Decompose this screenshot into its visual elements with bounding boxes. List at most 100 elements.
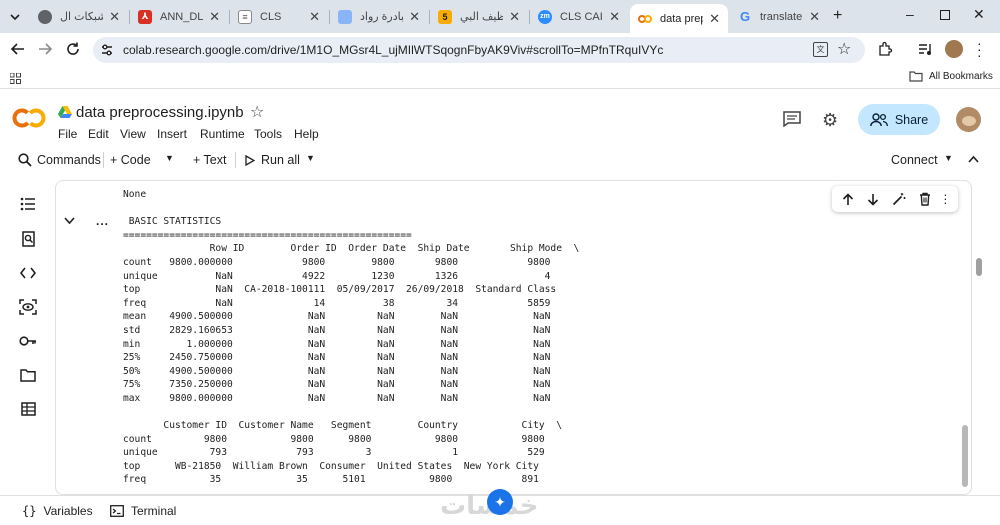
variables-inspector-icon[interactable] [18,297,38,317]
pdf-icon: ⅄ [138,9,152,24]
commands-label: Commands [37,153,101,167]
browser-tab-5[interactable]: zm CLS CAI4 ✕ [530,4,628,29]
settings-gear-icon[interactable]: ⚙ [822,110,838,131]
terminal-button[interactable]: Terminal [110,504,176,518]
menu-file[interactable]: File [58,127,77,141]
menu-help[interactable]: Help [294,127,319,141]
menu-runtime[interactable]: Runtime [200,127,245,141]
close-icon[interactable]: ✕ [709,11,720,27]
tab-search-button[interactable] [6,8,24,26]
tab-title: CLS [260,10,282,23]
commands-button[interactable]: Commands [18,153,101,167]
add-code-label: + Code [110,153,151,167]
share-button[interactable]: Share [858,104,940,135]
connect-button[interactable]: Connect [891,153,938,167]
media-control-icon[interactable] [918,42,934,56]
connect-dropdown[interactable]: ▼ [944,153,953,163]
output-line: min 1.000000 NaN NaN NaN NaN [123,338,551,350]
search-icon [18,153,32,167]
colab-logo[interactable] [12,103,46,133]
back-button[interactable] [10,41,26,57]
zoom-icon: zm [538,9,552,24]
browser-tab-6[interactable]: data prepr ✕ [630,4,728,33]
collapse-header-button[interactable] [968,155,979,163]
browser-tab-4[interactable]: 5 تنظيف البي ✕ [430,4,528,29]
close-icon[interactable]: ✕ [209,9,220,25]
run-all-button[interactable]: Run all [245,153,300,167]
globe-icon [38,9,52,24]
add-text-button[interactable]: + Text [193,153,226,167]
browser-tab-3[interactable]: مبادرة رواد ✕ [330,4,428,29]
browser-tab-0[interactable]: الشبكات ال ✕ [30,4,128,29]
output-line: unique 793 793 3 1 529 [123,447,545,459]
all-bookmarks-button[interactable]: All Bookmarks [909,71,993,82]
code-snippets-icon[interactable] [18,263,38,283]
output-line: ========================================… [123,229,412,241]
terminal-label: Terminal [131,504,177,518]
menu-tools[interactable]: Tools [254,127,282,141]
menu-edit[interactable]: Edit [88,127,109,141]
close-window-button[interactable]: ✕ [973,6,985,23]
output-line: 25% 2450.750000 NaN NaN NaN NaN [123,352,551,364]
close-icon[interactable]: ✕ [309,9,320,25]
extensions-icon[interactable] [877,41,893,57]
close-icon[interactable]: ✕ [109,9,120,25]
close-icon[interactable]: ✕ [609,9,620,25]
find-replace-icon[interactable] [18,229,38,249]
browser-tab-2[interactable]: ≡ CLS ✕ [230,4,328,29]
profile-avatar[interactable] [945,40,963,58]
move-cell-up-icon[interactable] [842,192,854,206]
page-scrollbar-thumb[interactable] [976,258,982,276]
output-line: std 2829.160653 NaN NaN NaN NaN [123,324,551,336]
apps-grid-icon[interactable] [10,73,21,84]
table-of-contents-icon[interactable] [18,194,38,214]
more-options-icon[interactable]: · · · [943,188,947,209]
watermark-logo-icon: ✦ [487,489,513,515]
data-table-icon[interactable] [18,399,38,419]
close-icon[interactable]: ✕ [409,9,420,25]
minimize-button[interactable]: – [906,6,914,22]
browser-tab-7[interactable]: G translate ✕ [730,4,828,29]
output-actions-button[interactable]: ... [96,214,109,228]
browser-tab-1[interactable]: ⅄ ANN_DL_A ✕ [130,4,228,29]
notebook-title[interactable]: data preprocessing.ipynb [76,104,244,121]
close-icon[interactable]: ✕ [809,9,820,25]
output-line: count 9800 9800 9800 9800 9800 [123,433,545,445]
connect-label: Connect [891,153,938,167]
forward-button[interactable] [37,41,53,57]
delete-cell-icon[interactable] [919,192,931,206]
add-code-button[interactable]: + Code [110,153,151,167]
arrow-left-icon [10,43,24,55]
variables-button[interactable]: {} Variables [22,504,93,518]
output-line: mean 4900.500000 NaN NaN NaN NaN [123,311,551,323]
bookmark-star-icon[interactable]: ☆ [837,39,851,59]
maximize-button[interactable] [940,10,950,20]
output-line: 75% 7350.250000 NaN NaN NaN NaN [123,379,551,391]
tab-title: تنظيف البي [460,11,504,23]
share-label: Share [894,112,929,127]
translate-icon[interactable]: 文 [813,42,828,57]
output-line: BASIC STATISTICS [123,216,222,228]
menu-view[interactable]: View [120,127,146,141]
files-folder-icon[interactable] [18,365,38,385]
collapse-output-button[interactable] [64,217,75,225]
star-icon[interactable]: ☆ [250,102,264,122]
user-avatar[interactable] [956,107,981,132]
new-tab-button[interactable]: + [833,7,842,25]
run-all-dropdown[interactable]: ▼ [306,153,315,163]
browser-menu-icon[interactable]: · · · [977,36,982,62]
menu-insert[interactable]: Insert [157,127,187,141]
comment-icon[interactable] [783,111,801,127]
url-text[interactable]: colab.research.google.com/drive/1M1O_MGs… [123,43,663,57]
move-cell-down-icon[interactable] [867,193,879,206]
reload-button[interactable] [65,41,81,57]
output-scrollbar-thumb[interactable] [962,425,968,487]
secrets-key-icon[interactable] [18,331,38,351]
output-line: None [123,189,147,200]
site-info-icon[interactable] [100,43,114,57]
close-icon[interactable]: ✕ [509,9,520,25]
edit-magic-wand-icon[interactable] [892,192,906,206]
add-code-dropdown[interactable]: ▼ [165,153,174,163]
